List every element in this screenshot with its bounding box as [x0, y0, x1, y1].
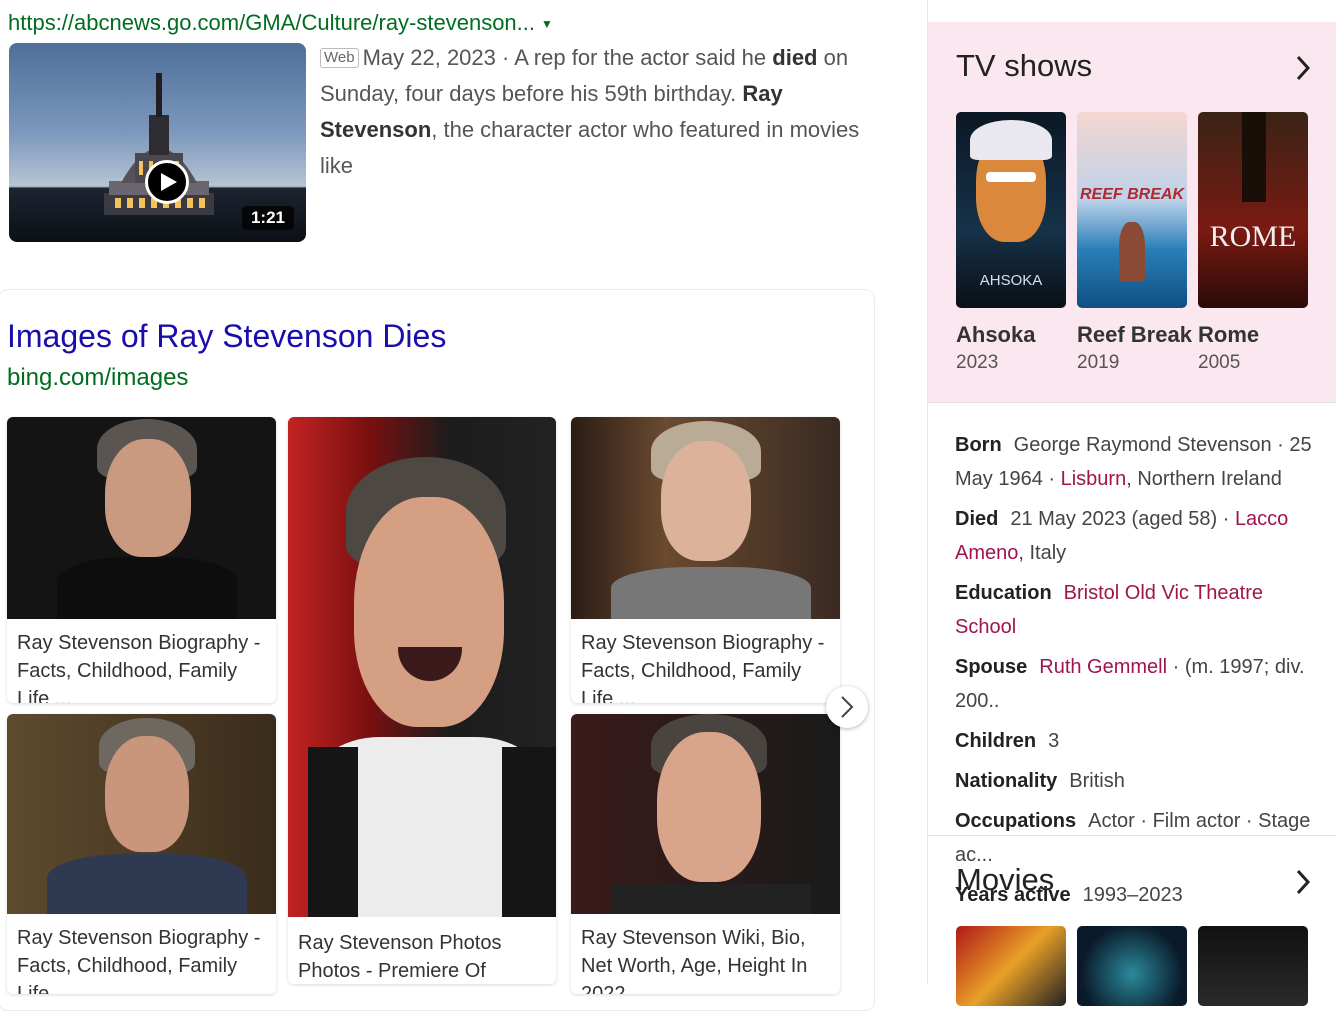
image-result[interactable]: Ray Stevenson Wiki, Bio, Net Worth, Age,…	[571, 714, 840, 994]
tv-show-name[interactable]: Reef Break	[1077, 322, 1192, 348]
snippet-bold: died	[772, 45, 818, 70]
fact-link[interactable]: Ruth Gemmell	[1039, 656, 1167, 678]
result-date: May 22, 2023	[362, 45, 496, 70]
fact-label: Occupations	[955, 810, 1077, 832]
fact-label: Education	[955, 582, 1052, 604]
portrait-photo	[7, 417, 276, 619]
fact-label: Nationality	[955, 770, 1058, 792]
fact-value: British	[1069, 770, 1125, 792]
fact-label: Died	[955, 508, 999, 530]
fact-value: 21 May 2023 (aged 58) ·	[1010, 508, 1235, 530]
fact-value: , Italy	[1018, 542, 1067, 564]
poster-title: ROME	[1209, 220, 1297, 253]
image-result[interactable]: Ray Stevenson Biography - Facts, Childho…	[7, 714, 276, 994]
tv-show-year: 2023	[956, 352, 999, 373]
image-result[interactable]: Ray Stevenson Biography - Facts, Childho…	[571, 417, 840, 703]
movies-title[interactable]: Movies	[956, 862, 1054, 898]
portrait-photo	[571, 417, 840, 619]
tv-show-name[interactable]: Rome	[1198, 322, 1259, 348]
image-caption: Ray Stevenson Photos Photos - Premiere O…	[298, 932, 502, 982]
movie-poster[interactable]	[1077, 926, 1187, 1006]
fact-value: , Northern Ireland	[1126, 468, 1282, 490]
image-result[interactable]: Ray Stevenson Photos Photos - Premiere O…	[288, 417, 556, 984]
portrait-photo	[7, 714, 276, 914]
fact-nationality: Nationality British	[955, 764, 1325, 798]
image-caption: Ray Stevenson Biography - Facts, Childho…	[17, 632, 261, 703]
poster-title: AHSOKA	[979, 272, 1043, 289]
fact-label: Born	[955, 434, 1002, 456]
fact-born: Born George Raymond Stevenson · 25 May 19…	[955, 428, 1325, 496]
portrait-photo	[571, 714, 840, 914]
tv-show-poster[interactable]: AHSOKA	[956, 112, 1066, 308]
snippet-text: · A rep for the actor said he	[495, 45, 773, 70]
chevron-right-icon[interactable]	[1292, 867, 1316, 897]
tv-shows-title[interactable]: TV shows	[956, 48, 1092, 84]
chevron-right-icon[interactable]	[1292, 53, 1316, 83]
tv-show-year: 2019	[1077, 352, 1120, 373]
images-title[interactable]: Images of Ray Stevenson Dies	[7, 318, 446, 355]
image-caption: Ray Stevenson Biography - Facts, Childho…	[581, 632, 825, 703]
result-url[interactable]: https://abcnews.go.com/GMA/Culture/ray-s…	[8, 10, 553, 36]
divider	[928, 835, 1336, 836]
fact-value: 1993–2023	[1082, 884, 1183, 906]
tv-show-poster[interactable]: ROME	[1198, 112, 1308, 308]
tv-show-year: 2005	[1198, 352, 1241, 373]
divider	[928, 402, 1336, 403]
facts-list: Born George Raymond Stevenson · 25 May 19…	[955, 428, 1325, 918]
fact-died: Died 21 May 2023 (aged 58) · Lacco Ameno,…	[955, 502, 1325, 570]
result-snippet: Web May 22, 2023 · A rep for the actor sa…	[320, 40, 860, 184]
fact-value: 3	[1048, 730, 1060, 752]
web-tag: Web	[320, 48, 359, 68]
result-url-text[interactable]: https://abcnews.go.com/GMA/Culture/ray-s…	[8, 10, 535, 35]
image-result[interactable]: Ray Stevenson Biography - Facts, Childho…	[7, 417, 276, 703]
fact-link[interactable]: Lisburn	[1061, 468, 1127, 490]
portrait-photo	[288, 417, 556, 917]
fact-label: Children	[955, 730, 1037, 752]
video-duration: 1:21	[241, 206, 294, 230]
movie-poster[interactable]	[1198, 926, 1308, 1006]
tv-show-poster[interactable]: REEF BREAK	[1077, 112, 1187, 308]
tv-show-name[interactable]: Ahsoka	[956, 322, 1035, 348]
fact-children: Children 3	[955, 724, 1325, 758]
fact-education: Education Bristol Old Vic Theatre School	[955, 576, 1325, 644]
poster-title: REEF BREAK	[1079, 186, 1184, 203]
play-icon[interactable]	[145, 160, 189, 204]
images-next-button[interactable]	[826, 686, 868, 728]
chevron-right-icon	[841, 696, 854, 718]
fact-label: Spouse	[955, 656, 1028, 678]
caret-down-icon[interactable]: ▼	[541, 17, 553, 31]
fact-spouse: Spouse Ruth Gemmell · (m. 1997; div. 200.…	[955, 650, 1325, 718]
video-thumbnail[interactable]: 1:21	[9, 43, 306, 242]
images-source[interactable]: bing.com/images	[7, 364, 188, 392]
movie-poster[interactable]	[956, 926, 1066, 1006]
